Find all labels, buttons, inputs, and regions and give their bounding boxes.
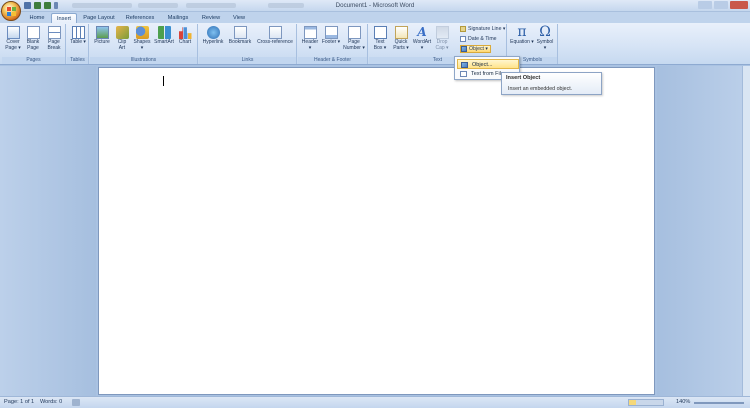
window-controls — [698, 1, 748, 9]
footer-button[interactable]: Footer ▾ — [321, 26, 341, 46]
tab-review[interactable]: Review — [197, 13, 225, 23]
page-break-button[interactable]: Page Break — [44, 26, 64, 51]
drop-cap-icon — [435, 26, 449, 39]
quick-parts-button[interactable]: Quick Parts ▾ — [391, 26, 411, 51]
tooltip-title: Insert Object — [506, 75, 541, 81]
header-icon — [303, 26, 317, 39]
equation-button[interactable]: π Equation ▾ — [510, 24, 534, 46]
cover-page-icon — [6, 26, 20, 39]
globe-link-icon — [206, 26, 220, 39]
group-pages: Cover Page ▾ Blank Page Page Break Pages — [2, 24, 66, 64]
tooltip-body: Insert an embedded object. — [508, 86, 573, 92]
clip-art-icon — [115, 26, 129, 39]
tab-mailings[interactable]: Mailings — [162, 13, 194, 23]
ribbon: Cover Page ▾ Blank Page Page Break Pages… — [0, 23, 750, 65]
group-tables: Table ▾ Tables — [67, 24, 89, 64]
pi-icon: π — [517, 24, 527, 40]
group-links: Hyperlink Bookmark Cross-reference Links — [199, 24, 297, 64]
tab-view[interactable]: View — [228, 13, 250, 23]
bookmark-icon — [233, 26, 247, 39]
menu-item-object[interactable]: Object... — [457, 59, 519, 69]
status-bar: Page: 1 of 1 Words: 0 140% — [0, 396, 750, 408]
chart-button[interactable]: Chart — [176, 26, 194, 46]
proofing-icon[interactable] — [72, 399, 80, 406]
window-title: Document1 - Microsoft Word — [335, 2, 415, 9]
wordart-button[interactable]: A WordArt ▾ — [412, 26, 432, 51]
signature-icon — [460, 26, 466, 32]
status-page[interactable]: Page: 1 of 1 — [4, 397, 34, 408]
omega-icon: Ω — [539, 24, 551, 40]
group-header-footer: Header ▾ Footer ▾ Page Number ▾ Header &… — [298, 24, 368, 64]
tab-references[interactable]: References — [122, 13, 158, 23]
minimize-button[interactable] — [698, 1, 712, 9]
text-file-icon — [460, 71, 467, 77]
vertical-scrollbar[interactable] — [742, 66, 750, 396]
group-label-illustrations: Illustrations — [90, 57, 197, 64]
view-buttons[interactable] — [628, 399, 664, 406]
picture-icon — [95, 26, 109, 39]
clip-art-button[interactable]: Clip Art — [114, 26, 130, 51]
zoom-slider[interactable] — [694, 402, 744, 404]
wordart-icon: A — [417, 25, 427, 39]
header-button[interactable]: Header ▾ — [300, 26, 320, 51]
symbol-button[interactable]: Ω Symbol ▾ — [535, 24, 555, 51]
cross-reference-icon — [268, 26, 282, 39]
text-box-button[interactable]: Text Box ▾ — [371, 26, 389, 51]
group-label-tables: Tables — [67, 57, 88, 64]
table-button[interactable]: Table ▾ — [69, 26, 87, 46]
table-icon — [71, 26, 85, 39]
object-icon — [461, 46, 467, 52]
object-button[interactable]: Object ▾ — [460, 45, 492, 53]
group-label-header-footer: Header & Footer — [298, 57, 367, 64]
blank-page-icon — [26, 26, 40, 39]
quick-parts-icon — [394, 26, 408, 39]
page-break-icon — [47, 26, 61, 39]
calendar-icon — [460, 36, 466, 42]
footer-icon — [324, 26, 338, 39]
tab-page-layout[interactable]: Page Layout — [80, 13, 118, 23]
office-button[interactable] — [1, 1, 21, 21]
text-cursor — [163, 76, 164, 86]
object-icon — [461, 62, 468, 68]
text-box-icon — [373, 26, 387, 39]
chart-icon — [178, 27, 192, 39]
maximize-button[interactable] — [714, 1, 728, 9]
picture-button[interactable]: Picture — [92, 26, 112, 46]
tooltip: Insert Object Insert an embedded object. — [501, 72, 602, 95]
page-number-icon — [347, 26, 361, 39]
signature-line-button[interactable]: Signature Line ▾ — [460, 25, 506, 33]
bookmark-button[interactable]: Bookmark — [227, 26, 253, 46]
workspace-left — [0, 66, 96, 396]
date-time-button[interactable]: Date & Time — [460, 35, 497, 43]
status-words[interactable]: Words: 0 — [40, 397, 62, 408]
zoom-level[interactable]: 140% — [676, 397, 690, 408]
cover-page-button[interactable]: Cover Page ▾ — [4, 26, 22, 51]
shapes-button[interactable]: Shapes ▾ — [132, 26, 152, 51]
smartart-icon — [157, 26, 171, 39]
close-button[interactable] — [730, 1, 748, 9]
document-page[interactable] — [98, 67, 655, 395]
hyperlink-button[interactable]: Hyperlink — [201, 26, 225, 46]
group-illustrations: Picture Clip Art Shapes ▾ SmartArt Chart… — [90, 24, 198, 64]
cross-reference-button[interactable]: Cross-reference — [255, 26, 295, 46]
workspace-right — [657, 66, 750, 396]
tab-home[interactable]: Home — [24, 13, 50, 23]
smartart-button[interactable]: SmartArt — [153, 26, 175, 46]
blank-page-button[interactable]: Blank Page — [24, 26, 42, 51]
title-bar: Document1 - Microsoft Word — [0, 0, 750, 12]
page-number-button[interactable]: Page Number ▾ — [342, 26, 366, 51]
tab-insert[interactable]: Insert — [51, 13, 77, 23]
ribbon-tabs: Home Insert Page Layout References Maili… — [0, 12, 750, 23]
shapes-icon — [135, 26, 149, 39]
office-logo-icon — [7, 7, 16, 16]
group-label-links: Links — [199, 57, 296, 64]
drop-cap-button[interactable]: Drop Cap ▾ — [433, 26, 451, 51]
group-label-pages: Pages — [2, 57, 65, 64]
